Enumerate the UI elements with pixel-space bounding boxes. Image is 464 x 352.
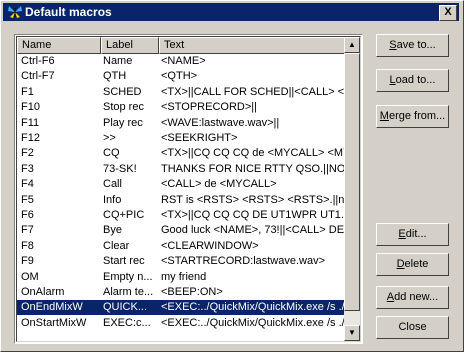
- cell-label: Call: [103, 178, 122, 191]
- cell-text: THANKS FOR NICE RTTY QSO.||NO.: [161, 162, 347, 175]
- cell-label: SCHED: [103, 85, 142, 98]
- cell-label: >>: [103, 132, 116, 144]
- cell-name: F11: [21, 116, 40, 129]
- table-row[interactable]: F2 CQ <TX>||CQ CQ CQ de <MYCALL> <MY: [17, 146, 347, 161]
- column-header-name[interactable]: Name: [17, 37, 101, 54]
- cell-text: <TX>||CALL FOR SCHED||<CALL> <C: [161, 85, 347, 98]
- table-row[interactable]: F8 Clear <CLEARWINDOW>: [17, 239, 347, 254]
- list-header: Name Label Text: [17, 37, 347, 54]
- cell-label: QTH: [103, 70, 127, 83]
- scroll-down-button[interactable]: ▼: [344, 325, 360, 341]
- cell-name: OnAlarm: [21, 286, 65, 298]
- table-row[interactable]: F9 Start rec <STARTRECORD:lastwave.wav>: [17, 254, 347, 269]
- cell-name: OnEndMixW: [21, 301, 83, 314]
- edit-button[interactable]: Edit...: [376, 223, 449, 246]
- table-row[interactable]: OnStartMixW EXEC:c... <EXEC:../QuickMix/Qu…: [17, 316, 347, 331]
- cell-name: F1: [21, 85, 34, 98]
- table-row[interactable]: Ctrl-F6 Name <NAME>: [17, 54, 347, 69]
- table-row[interactable]: OnEndMixW QUICK... <EXEC:../QuickMix/Quick…: [17, 300, 347, 316]
- title-bar: Default macros X: [3, 3, 459, 21]
- cell-text: <CALL> de <MYCALL>: [161, 178, 277, 191]
- cell-name: Ctrl-F7: [21, 70, 55, 83]
- cell-name: OnStartMixW: [21, 316, 87, 329]
- cell-label: Name: [103, 55, 133, 67]
- cell-label: Empty n...: [103, 270, 153, 283]
- cell-name: F5: [21, 193, 34, 206]
- table-row[interactable]: F10 Stop rec <STOPRECORD>||: [17, 100, 347, 115]
- table-row[interactable]: F5 Info RST is <RSTS> <RSTS> <RSTS>.||na: [17, 193, 347, 208]
- cell-label: Alarm te...: [103, 286, 154, 298]
- cell-name: F12: [21, 132, 40, 144]
- macro-list-viewport: Name Label Text Ctrl-F6 Name <NAME> Ctrl-F7…: [16, 36, 361, 342]
- cell-name: F10: [21, 101, 40, 114]
- cell-name: F9: [21, 255, 34, 268]
- cell-text: <STARTRECORD:lastwave.wav>: [161, 255, 326, 268]
- macro-list[interactable]: Name Label Text Ctrl-F6 Name <NAME> Ctrl-F7…: [14, 34, 363, 344]
- table-row[interactable]: F12 >> <SEEKRIGHT>: [17, 131, 347, 146]
- cell-label: Info: [103, 193, 122, 206]
- delete-button[interactable]: Delete: [376, 253, 449, 276]
- cell-text: <SEEKRIGHT>: [161, 132, 238, 144]
- save-to-button[interactable]: Save to...: [376, 34, 449, 57]
- cell-label: Start rec: [103, 255, 145, 268]
- cell-text: <EXEC:../QuickMix/QuickMix.exe /s ./: [161, 301, 345, 314]
- cell-name: F2: [21, 147, 34, 160]
- cell-label: EXEC:c...: [103, 316, 151, 329]
- table-row[interactable]: F1 SCHED <TX>||CALL FOR SCHED||<CALL> <C: [17, 85, 347, 100]
- cell-label: Play rec: [103, 116, 143, 129]
- table-row[interactable]: F6 CQ+PIC <TX>||CQ CQ CQ DE UT1WPR UT1...: [17, 208, 347, 223]
- table-row[interactable]: Ctrl-F7 QTH <QTH>: [17, 69, 347, 84]
- cell-name: Ctrl-F6: [21, 55, 55, 67]
- cell-text: <CLEARWINDOW>: [161, 239, 259, 252]
- table-row[interactable]: F7 Bye Good luck <NAME>, 73!||<CALL> DE .: [17, 223, 347, 238]
- cell-name: OM: [21, 270, 39, 283]
- cell-name: F7: [21, 224, 34, 237]
- load-to-button[interactable]: Load to...: [376, 69, 449, 92]
- scroll-up-button[interactable]: ▲: [344, 37, 360, 53]
- cell-text: <BEEP:ON>: [161, 286, 223, 298]
- cell-text: <STOPRECORD>||: [161, 101, 257, 114]
- cell-text: RST is <RSTS> <RSTS> <RSTS>.||na: [161, 193, 347, 206]
- cell-label: Bye: [103, 224, 122, 237]
- add-new-button[interactable]: Add new...: [376, 286, 449, 309]
- window-title: Default macros: [25, 5, 112, 19]
- close-window-button[interactable]: X: [439, 5, 457, 21]
- column-header-text[interactable]: Text: [159, 37, 347, 54]
- table-row[interactable]: OM Empty n... my friend: [17, 270, 347, 285]
- cell-text: my friend: [161, 270, 207, 283]
- cell-text: <NAME>: [161, 55, 206, 67]
- cell-name: F8: [21, 239, 34, 252]
- merge-from-button[interactable]: Merge from...: [376, 105, 449, 128]
- cell-name: F3: [21, 162, 34, 175]
- cell-text: <WAVE:lastwave.wav>||: [161, 116, 280, 129]
- cell-text: <TX>||CQ CQ CQ de <MYCALL> <MY: [161, 147, 347, 160]
- cell-label: 73-SK!: [103, 162, 137, 175]
- table-row[interactable]: F4 Call <CALL> de <MYCALL>: [17, 177, 347, 192]
- table-row[interactable]: OnAlarm Alarm te... <BEEP:ON>: [17, 285, 347, 300]
- cell-label: QUICK...: [103, 301, 148, 314]
- table-row[interactable]: F3 73-SK! THANKS FOR NICE RTTY QSO.||NO.: [17, 162, 347, 177]
- cell-name: F4: [21, 178, 34, 191]
- macros-dialog: Default macros X Name Label Text Ctrl-F6…: [0, 0, 464, 352]
- cell-text: <EXEC:../QuickMix/QuickMix.exe /s ./: [161, 316, 345, 329]
- table-row[interactable]: F11 Play rec <WAVE:lastwave.wav>||: [17, 116, 347, 131]
- cell-text: Good luck <NAME>, 73!||<CALL> DE .: [161, 224, 347, 237]
- cell-label: CQ+PIC: [103, 209, 145, 221]
- vertical-scrollbar[interactable]: ▲ ▼: [344, 37, 360, 341]
- butterfly-icon: [8, 6, 22, 18]
- close-button[interactable]: Close: [376, 316, 449, 339]
- cell-name: F6: [21, 209, 34, 221]
- column-header-label[interactable]: Label: [101, 37, 159, 54]
- scroll-thumb[interactable]: [344, 53, 360, 311]
- cell-text: <TX>||CQ CQ CQ DE UT1WPR UT1...: [161, 209, 347, 221]
- cell-label: Clear: [103, 239, 130, 252]
- cell-label: CQ: [103, 147, 120, 160]
- cell-text: <QTH>: [161, 70, 198, 83]
- cell-label: Stop rec: [103, 101, 144, 114]
